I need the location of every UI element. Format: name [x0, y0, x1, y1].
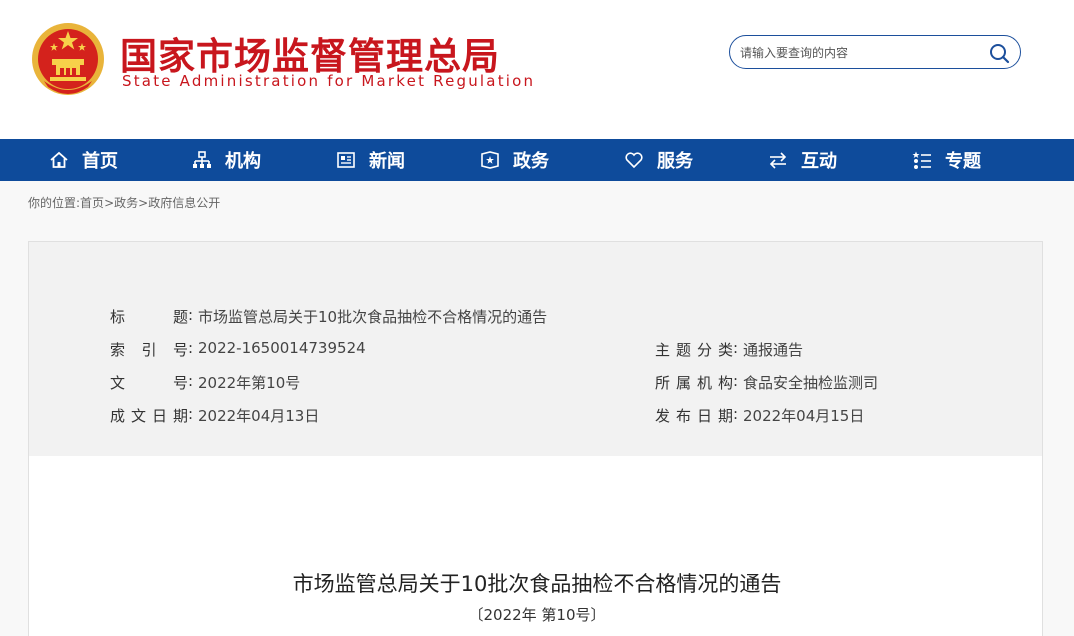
- info-org-label: 所属机构: [655, 374, 733, 392]
- info-org-value: 食品安全抽检监测司: [743, 374, 879, 392]
- search-box: [729, 35, 1021, 69]
- info-docno-row: 文 号:2022年第10号: [110, 372, 301, 392]
- info-org-row: 所属机构: 食品安全抽检监测司: [655, 372, 879, 392]
- breadcrumb-item-affairs[interactable]: 政务: [114, 196, 138, 210]
- nav-item-label: 首页: [82, 151, 118, 172]
- info-published-row: 发布日期:2022年04月15日: [655, 405, 865, 425]
- nav-item-affairs[interactable]: 政务: [479, 139, 549, 181]
- org-chart-icon: [191, 149, 213, 171]
- info-created-label: 成文日期: [110, 407, 188, 425]
- nav-item-services[interactable]: 服务: [623, 139, 693, 181]
- info-created-row: 成文日期:2022年04月13日: [110, 405, 320, 425]
- info-index-row: 索 引 号:2022-1650014739524: [110, 339, 366, 359]
- info-title-value: 市场监管总局关于10批次食品抽检不合格情况的通告: [198, 308, 548, 326]
- info-category-label: 主题分类: [655, 341, 733, 359]
- site-header: 国家市场监督管理总局 State Administration for Mark…: [0, 0, 1074, 139]
- breadcrumb-prefix: 你的位置:: [28, 196, 81, 210]
- nav-item-label: 新闻: [369, 151, 405, 172]
- nav-item-news[interactable]: 新闻: [335, 139, 405, 181]
- info-category-value: 通报通告: [743, 341, 804, 359]
- info-published-label: 发布日期: [655, 407, 733, 425]
- nav-item-org[interactable]: 机构: [191, 139, 261, 181]
- document-title: 市场监管总局关于10批次食品抽检不合格情况的通告: [292, 572, 782, 596]
- newspaper-icon: [335, 149, 357, 171]
- breadcrumb-separator: >: [138, 196, 149, 210]
- shield-book-icon: [479, 149, 501, 171]
- breadcrumb: 你的位置:首页>政务>政府信息公开: [28, 194, 220, 211]
- info-published-value: 2022年04月15日: [743, 407, 865, 425]
- info-docno-value: 2022年第10号: [198, 374, 301, 392]
- nav-item-topics[interactable]: 专题: [911, 139, 981, 181]
- info-title-row: 标 题: 市场监管总局关于10批次食品抽检不合格情况的通告: [110, 306, 548, 326]
- breadcrumb-separator: >: [104, 196, 115, 210]
- heart-icon: [623, 149, 645, 171]
- nav-item-label: 服务: [657, 151, 693, 172]
- info-title-label: 标 题: [110, 308, 188, 326]
- document-number: 〔2022年 第10号〕: [468, 606, 606, 624]
- nav-item-label: 机构: [225, 151, 261, 172]
- info-docno-label: 文 号: [110, 374, 188, 392]
- home-icon: [48, 149, 70, 171]
- search-icon[interactable]: [988, 42, 1010, 64]
- nav-item-label: 专题: [945, 151, 981, 172]
- national-emblem-icon[interactable]: [30, 21, 106, 97]
- site-name-english: State Administration for Market Regulati…: [122, 72, 536, 90]
- list-icon: [911, 149, 933, 171]
- breadcrumb-item-home[interactable]: 首页: [80, 196, 104, 210]
- nav-item-label: 互动: [801, 151, 837, 172]
- breadcrumb-item-gov-info[interactable]: 政府信息公开: [148, 196, 220, 210]
- info-index-label: 索 引 号: [110, 341, 188, 359]
- info-created-value: 2022年04月13日: [198, 407, 320, 425]
- search-input[interactable]: [740, 42, 980, 64]
- nav-item-label: 政务: [513, 151, 549, 172]
- info-index-value: 2022-1650014739524: [198, 339, 366, 357]
- info-category-row: 主题分类: 通报通告: [655, 339, 804, 359]
- nav-item-home[interactable]: 首页: [48, 139, 118, 181]
- exchange-arrows-icon: [767, 149, 789, 171]
- main-nav: 首页 机构 新闻 政务 服务 互动 专题: [0, 139, 1074, 181]
- nav-item-interaction[interactable]: 互动: [767, 139, 837, 181]
